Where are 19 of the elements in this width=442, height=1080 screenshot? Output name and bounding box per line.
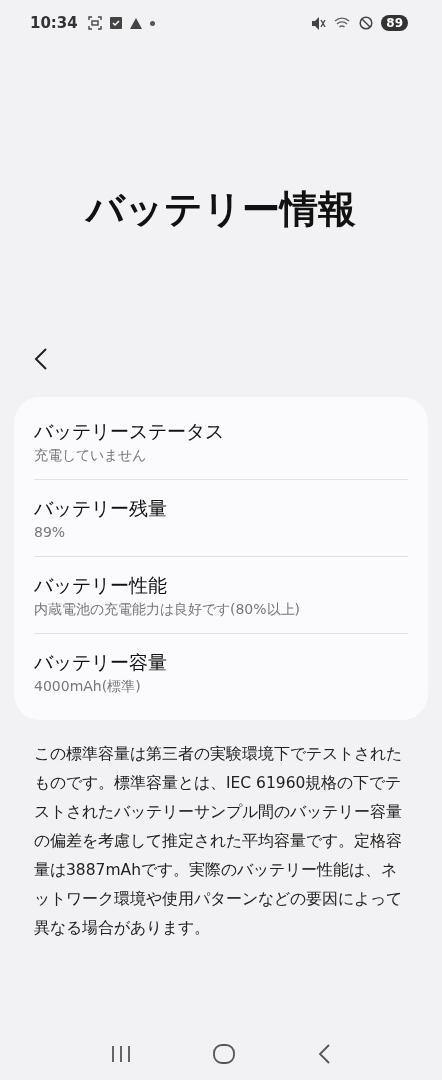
wifi-icon bbox=[334, 16, 352, 30]
screenshot-icon bbox=[87, 16, 102, 30]
home-icon[interactable] bbox=[213, 1044, 235, 1064]
page-title: バッテリー情報 bbox=[84, 186, 357, 233]
blocked-icon bbox=[359, 16, 374, 30]
capacity-note: この標準容量は第三者の実験環境下でテストされたものです。標準容量とは、IEC 61960規格の下でテストされたバッテリーサンプル間のバッテリー容量の偏差を考慮して推定された平均容量です。定格容量は3887mAhです。実際のバッテリー性能は、ネットワーク環境や使用パターンなどの要因によって異なる場合があります。 bbox=[34, 744, 403, 939]
status-time: 10:34 bbox=[30, 14, 78, 32]
settings-item[interactable]: バッテリー性能 内蔵電池の充電能力は良好です(80%以上) bbox=[34, 556, 408, 633]
battery-level: 89 bbox=[381, 15, 408, 31]
mute-icon bbox=[312, 16, 327, 30]
settings-item[interactable]: バッテリー容量 4000mAh(標準) bbox=[34, 633, 408, 710]
recent-apps-icon[interactable] bbox=[111, 1045, 131, 1063]
back-nav-icon[interactable] bbox=[317, 1044, 331, 1064]
checkbox-icon bbox=[109, 17, 122, 29]
settings-item[interactable]: バッテリーステータス 充電していません bbox=[34, 403, 408, 479]
back-icon[interactable] bbox=[34, 347, 48, 371]
warning-icon bbox=[129, 17, 142, 29]
dot-icon bbox=[149, 20, 155, 26]
settings-item[interactable]: バッテリー残量 89% bbox=[34, 479, 408, 556]
